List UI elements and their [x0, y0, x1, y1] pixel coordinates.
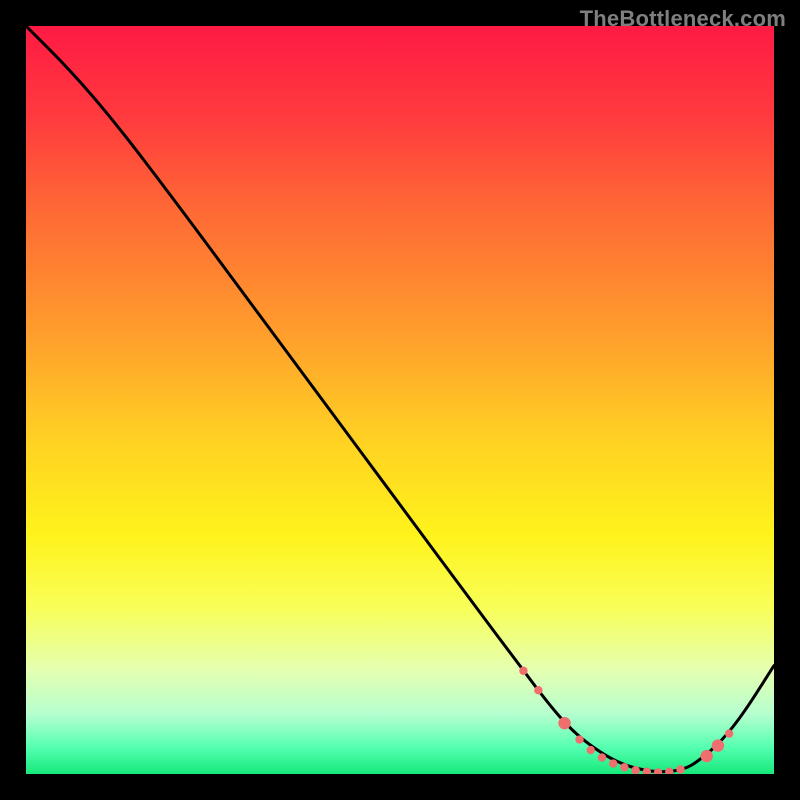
watermark-label: TheBottleneck.com: [580, 6, 786, 32]
gradient-background: [26, 26, 774, 774]
curve-marker: [534, 686, 542, 694]
curve-marker: [598, 753, 606, 761]
curve-marker: [558, 717, 570, 729]
curve-marker: [712, 739, 724, 751]
curve-marker: [575, 735, 583, 743]
curve-marker: [609, 759, 617, 767]
bottleneck-chart: [26, 26, 774, 774]
curve-marker: [725, 729, 733, 737]
curve-marker: [587, 746, 595, 754]
curve-marker: [620, 763, 628, 771]
plot-frame: [26, 26, 774, 774]
curve-marker: [519, 667, 527, 675]
curve-marker: [700, 750, 712, 762]
curve-marker: [676, 765, 684, 773]
